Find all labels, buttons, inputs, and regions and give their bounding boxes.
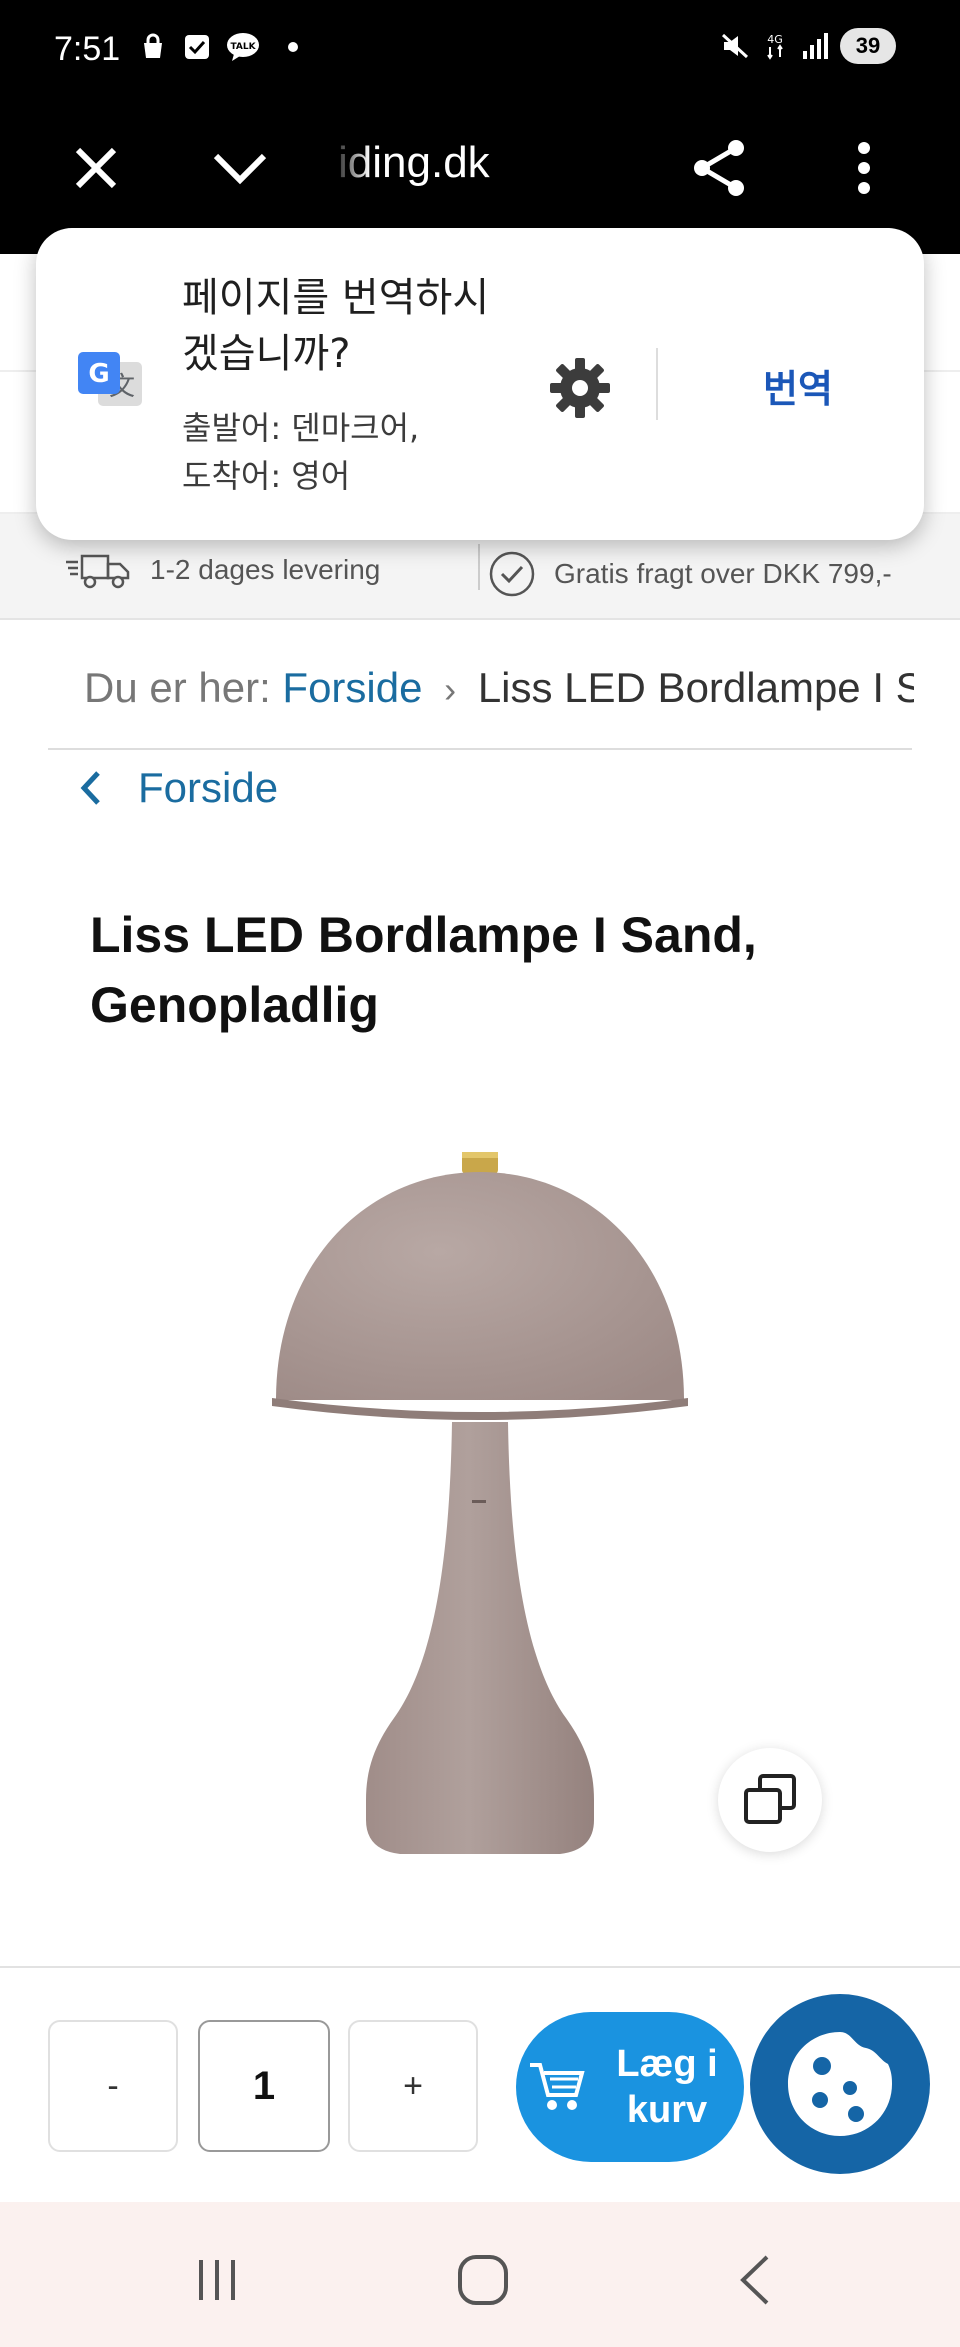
- signal-icon: [803, 33, 828, 59]
- close-icon: [75, 147, 117, 189]
- breadcrumb-prefix: Du er her:: [84, 664, 271, 711]
- back-icon: [740, 2255, 769, 2305]
- svg-text:G: G: [88, 359, 109, 389]
- more-notifications-dot: [288, 42, 298, 52]
- svg-text:4G: 4G: [767, 33, 783, 46]
- recent-apps-icon: [199, 2260, 235, 2300]
- back-link[interactable]: Forside: [80, 764, 278, 812]
- free-shipping-info: Gratis fragt over DKK 799,-: [488, 550, 892, 598]
- status-time: 7:51: [54, 30, 121, 68]
- system-navigation-bar: [0, 2202, 960, 2347]
- url-fade: [330, 130, 370, 190]
- cookie-icon: [788, 2032, 892, 2136]
- delivery-truck-icon: [66, 554, 130, 589]
- shipping-separator: [478, 544, 480, 590]
- shopping-bag-icon: [144, 33, 162, 58]
- breadcrumb-current: Liss LED Bordlampe I Sand, Genopladlig: [477, 664, 914, 711]
- chevron-left-icon: [80, 771, 100, 805]
- delivery-text: 1-2 dages levering: [150, 554, 381, 585]
- breadcrumb-separator: ›: [444, 669, 457, 710]
- popup-divider: [656, 348, 658, 420]
- source-language: 출발어: 덴마크어,: [182, 409, 420, 447]
- product-title: Liss LED Bordlampe I Sand, Genopladlig: [90, 907, 757, 1033]
- breadcrumb: Du er her: Forside › Liss LED Bordlampe …: [84, 664, 914, 712]
- back-button[interactable]: [720, 2250, 790, 2310]
- delivery-info: 1-2 dages levering: [64, 550, 380, 590]
- gear-icon[interactable]: [548, 356, 612, 420]
- google-translate-icon: 文 G: [78, 352, 142, 406]
- translate-popup: 文 G 페이지를 번역하시겠습니까? 출발어: 덴마크어, 도착어: 영어 번역: [36, 228, 924, 540]
- quantity-input[interactable]: 1: [198, 2020, 330, 2152]
- checkbox-icon: [185, 35, 209, 59]
- share-button[interactable]: [680, 128, 760, 208]
- recent-apps-button[interactable]: [182, 2250, 252, 2310]
- product-image[interactable]: [240, 1130, 720, 1880]
- svg-text:TALK: TALK: [230, 42, 256, 52]
- home-button[interactable]: [448, 2250, 518, 2310]
- cookie-settings-button[interactable]: [750, 1994, 930, 2174]
- breadcrumb-divider: [48, 748, 912, 750]
- add-to-cart-label: Læg i kurv: [616, 2043, 718, 2131]
- gallery-button[interactable]: [718, 1748, 822, 1852]
- breadcrumb-home-link[interactable]: Forside: [282, 664, 422, 711]
- target-language: 도착어: 영어: [182, 457, 351, 495]
- free-shipping-text: Gratis fragt over DKK 799,-: [554, 558, 892, 589]
- cart-bar-divider: [0, 1966, 960, 1968]
- back-link-label: Forside: [138, 764, 279, 811]
- more-vert-icon: [858, 142, 870, 194]
- close-tab-button[interactable]: [56, 128, 136, 208]
- quantity-increase-button[interactable]: +: [348, 2020, 478, 2152]
- quantity-decrease-button[interactable]: -: [48, 2020, 178, 2152]
- check-circle-icon: [489, 551, 535, 597]
- translate-languages: 출발어: 덴마크어, 도착어: 영어: [182, 404, 482, 500]
- home-icon: [458, 2255, 508, 2305]
- network-icon: 4G: [767, 33, 783, 60]
- talk-icon: TALK: [227, 33, 259, 61]
- translate-button[interactable]: 번역: [718, 358, 878, 414]
- minimize-button[interactable]: [200, 128, 280, 208]
- mute-icon: [721, 33, 749, 59]
- status-bar: 7:51 TALK 4G 39: [0, 0, 960, 100]
- notification-icons: TALK: [138, 32, 298, 62]
- system-icons: 4G 39: [720, 28, 896, 64]
- share-icon: [694, 140, 744, 196]
- add-to-cart-button[interactable]: Læg i kurv: [516, 2012, 744, 2162]
- copy-icon: [744, 1774, 796, 1824]
- translate-prompt: 페이지를 번역하시겠습니까?: [182, 275, 490, 377]
- battery-indicator: 39: [840, 28, 896, 64]
- more-options-button[interactable]: [824, 128, 904, 208]
- shopping-cart-icon: [530, 2063, 585, 2110]
- chevron-down-icon: [213, 153, 267, 185]
